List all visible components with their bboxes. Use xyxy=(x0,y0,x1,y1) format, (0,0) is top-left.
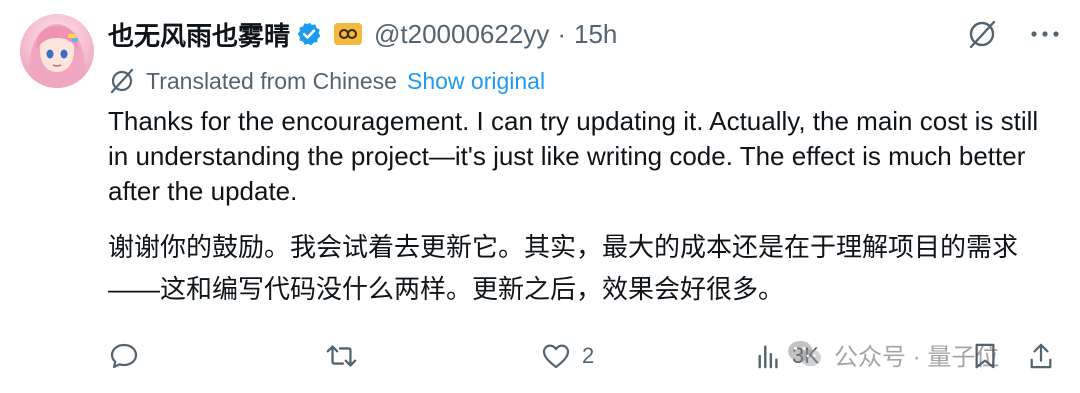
post-time[interactable]: 15h xyxy=(574,19,617,50)
translate-icon xyxy=(108,67,136,95)
affiliate-badge-icon[interactable] xyxy=(334,23,363,45)
display-name[interactable]: 也无风雨也雾晴 xyxy=(108,16,290,53)
grok-icon[interactable] xyxy=(966,18,998,50)
share-icon xyxy=(1030,343,1052,369)
verified-badge-icon xyxy=(296,21,322,47)
post-text-chinese: 谢谢你的鼓励。我会试着去更新它。其实，最大的成本还是在于理解项目的需求——这和编… xyxy=(108,232,1019,304)
post-header: 也无风雨也雾晴 @t20000622yy · 15h xyxy=(108,14,1060,54)
watermark: 公众号 · 量子位 xyxy=(786,334,999,374)
user-handle[interactable]: @t20000622yy xyxy=(374,19,549,50)
share-button[interactable] xyxy=(1028,336,1054,376)
views-icon xyxy=(758,345,778,369)
reply-button[interactable] xyxy=(108,336,150,376)
translated-label: Translated from Chinese xyxy=(146,67,397,94)
header-actions xyxy=(966,14,1060,54)
reply-icon xyxy=(110,343,138,369)
post-text-english: Thanks for the encouragement. I can try … xyxy=(108,106,1039,206)
repost-icon xyxy=(326,345,357,367)
repost-button[interactable] xyxy=(324,336,368,376)
avatar-image xyxy=(29,24,85,88)
avatar[interactable] xyxy=(20,14,94,88)
wechat-icon xyxy=(788,340,821,367)
like-icon xyxy=(542,344,570,369)
watermark-text: 公众号 · 量子位 xyxy=(834,343,1000,371)
like-count: 2 xyxy=(582,343,595,368)
show-original-link[interactable]: Show original xyxy=(407,68,545,95)
separator-dot: · xyxy=(557,18,566,49)
more-icon[interactable] xyxy=(1030,30,1060,38)
translation-bar: Translated from Chinese Show original xyxy=(108,64,545,98)
like-button[interactable]: 2 xyxy=(540,336,594,376)
